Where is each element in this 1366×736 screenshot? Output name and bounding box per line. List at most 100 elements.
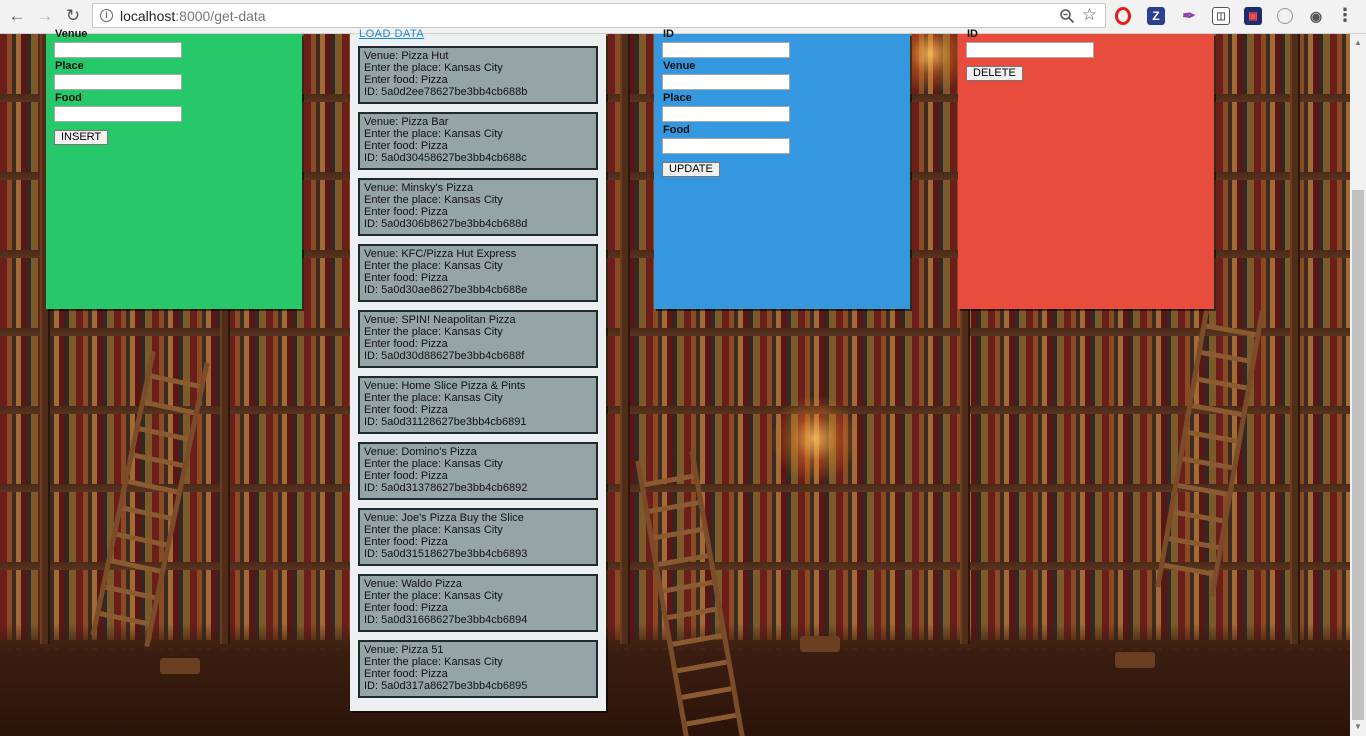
record-id: ID: 5a0d306b8627be3bb4cb688d — [364, 218, 592, 230]
record-venue-prefix: Venue: — [364, 248, 402, 260]
record-food: Enter food: Pizza — [364, 338, 592, 350]
record-venue-prefix: Venue: — [364, 446, 402, 458]
place-label: Place — [663, 92, 692, 104]
venue-label: Venue — [663, 60, 696, 72]
record-place-prefix: Enter the place: — [364, 194, 445, 206]
insert-button[interactable]: INSERT — [54, 130, 109, 145]
back-arrow-icon[interactable]: ← — [4, 4, 30, 28]
record-place: Enter the place: Kansas City — [364, 656, 592, 668]
record-place-value: Kansas City — [444, 656, 503, 668]
record-venue-value: Minsky's Pizza — [401, 182, 474, 194]
record-venue-value: Domino's Pizza — [401, 446, 477, 458]
forward-arrow-icon[interactable]: → — [32, 4, 58, 28]
browser-menu-icon[interactable]: ⋮ — [1336, 6, 1354, 24]
record-card: Venue: Joe's Pizza Buy the Slice Enter th… — [358, 508, 598, 566]
record-card: Venue: Domino's Pizza Enter the place: Ka… — [358, 442, 598, 500]
id-label: ID — [663, 28, 674, 40]
record-food-value: Pizza — [420, 668, 448, 680]
record-place-value: Kansas City — [444, 128, 503, 140]
shelf-upright — [620, 34, 630, 644]
opera-extension-icon[interactable] — [1115, 7, 1131, 25]
record-food-prefix: Enter food: — [364, 206, 421, 218]
record-id-prefix: ID: — [364, 218, 382, 230]
record-place-value: Kansas City — [444, 326, 503, 338]
zoom-icon[interactable] — [1059, 8, 1075, 24]
update-button[interactable]: UPDATE — [662, 162, 720, 177]
record-id-prefix: ID: — [364, 350, 382, 362]
shield-extension-icon[interactable]: ◫ — [1212, 7, 1230, 25]
z-extension-icon[interactable]: Z — [1147, 7, 1165, 25]
record-venue-prefix: Venue: — [364, 512, 402, 524]
load-data-link[interactable]: LOAD DATA — [359, 28, 424, 40]
url-path: :8000/get-data — [175, 8, 266, 24]
scroll-thumb[interactable] — [1352, 190, 1364, 720]
record-id-value: 5a0d30d88627be3bb4cb688f — [381, 350, 525, 362]
record-card: Venue: Pizza Hut Enter the place: Kansas … — [358, 46, 598, 104]
insert-venue-input[interactable] — [54, 42, 182, 58]
record-place-prefix: Enter the place: — [364, 656, 445, 668]
place-label: Place — [55, 60, 84, 72]
record-food-value: Pizza — [420, 536, 448, 548]
ghost-extension-icon[interactable]: ◉ — [1307, 7, 1325, 25]
record-food-value: Pizza — [420, 404, 448, 416]
ladder — [635, 450, 745, 736]
record-food-value: Pizza — [420, 74, 448, 86]
address-bar[interactable]: i localhost:8000/get-data ☆ — [92, 3, 1106, 28]
record-venue: Venue: Home Slice Pizza & Pints — [364, 380, 592, 392]
record-id-value: 5a0d30ae8627be3bb4cb688e — [381, 284, 528, 296]
ladder — [90, 350, 210, 648]
record-food: Enter food: Pizza — [364, 536, 592, 548]
record-id-value: 5a0d31518627be3bb4cb6893 — [381, 548, 528, 560]
record-place-value: Kansas City — [444, 458, 503, 470]
record-food-prefix: Enter food: — [364, 338, 421, 350]
record-food: Enter food: Pizza — [364, 602, 592, 614]
update-id-input[interactable] — [662, 42, 790, 58]
update-food-input[interactable] — [662, 138, 790, 154]
record-food: Enter food: Pizza — [364, 668, 592, 680]
feather-extension-icon[interactable]: ✒ — [1180, 7, 1198, 25]
record-venue: Venue: KFC/Pizza Hut Express — [364, 248, 592, 260]
record-id-prefix: ID: — [364, 284, 382, 296]
url-text: localhost:8000/get-data — [120, 8, 266, 24]
bookmark-star-icon[interactable]: ☆ — [1082, 5, 1097, 25]
record-food-value: Pizza — [420, 470, 448, 482]
insert-food-input[interactable] — [54, 106, 182, 122]
record-id-value: 5a0d30458627be3bb4cb688c — [381, 152, 527, 164]
delete-id-input[interactable] — [966, 42, 1094, 58]
record-card: Venue: SPIN! Neapolitan Pizza Enter the p… — [358, 310, 598, 368]
record-place: Enter the place: Kansas City — [364, 194, 592, 206]
info-icon[interactable]: i — [100, 9, 113, 22]
record-id: ID: 5a0d2ee78627be3bb4cb688b — [364, 86, 592, 98]
scroll-down-arrow-icon[interactable]: ▼ — [1354, 722, 1362, 731]
page-scrollbar[interactable]: ▲ ▼ — [1350, 34, 1366, 736]
record-id-prefix: ID: — [364, 86, 382, 98]
document-extension-icon[interactable]: ▣ — [1244, 7, 1262, 25]
record-venue: Venue: Pizza Hut — [364, 50, 592, 62]
record-venue-prefix: Venue: — [364, 578, 402, 590]
record-place-value: Kansas City — [444, 392, 503, 404]
circle-extension-icon[interactable] — [1277, 8, 1293, 24]
record-food-prefix: Enter food: — [364, 602, 421, 614]
record-id: ID: 5a0d31378627be3bb4cb6892 — [364, 482, 592, 494]
record-venue-value: Home Slice Pizza & Pints — [401, 380, 526, 392]
record-card: Venue: Pizza 51 Enter the place: Kansas C… — [358, 640, 598, 698]
update-venue-input[interactable] — [662, 74, 790, 90]
record-id-value: 5a0d317a8627be3bb4cb6895 — [381, 680, 528, 692]
record-venue-value: Pizza Bar — [401, 116, 449, 128]
update-place-input[interactable] — [662, 106, 790, 122]
record-id: ID: 5a0d30458627be3bb4cb688c — [364, 152, 592, 164]
record-id-value: 5a0d31668627be3bb4cb6894 — [381, 614, 528, 626]
record-card: Venue: Home Slice Pizza & Pints Enter the… — [358, 376, 598, 434]
record-card: Venue: Pizza Bar Enter the place: Kansas … — [358, 112, 598, 170]
record-id-value: 5a0d31128627be3bb4cb6891 — [381, 416, 527, 428]
record-place-prefix: Enter the place: — [364, 326, 445, 338]
delete-button[interactable]: DELETE — [966, 66, 1023, 81]
reload-icon[interactable]: ↻ — [60, 4, 86, 28]
scroll-up-arrow-icon[interactable]: ▲ — [1354, 38, 1362, 47]
record-place-prefix: Enter the place: — [364, 128, 445, 140]
insert-place-input[interactable] — [54, 74, 182, 90]
record-place-prefix: Enter the place: — [364, 458, 445, 470]
record-food: Enter food: Pizza — [364, 272, 592, 284]
delete-form-panel: ID DELETE — [958, 28, 1214, 309]
record-food-value: Pizza — [420, 338, 448, 350]
